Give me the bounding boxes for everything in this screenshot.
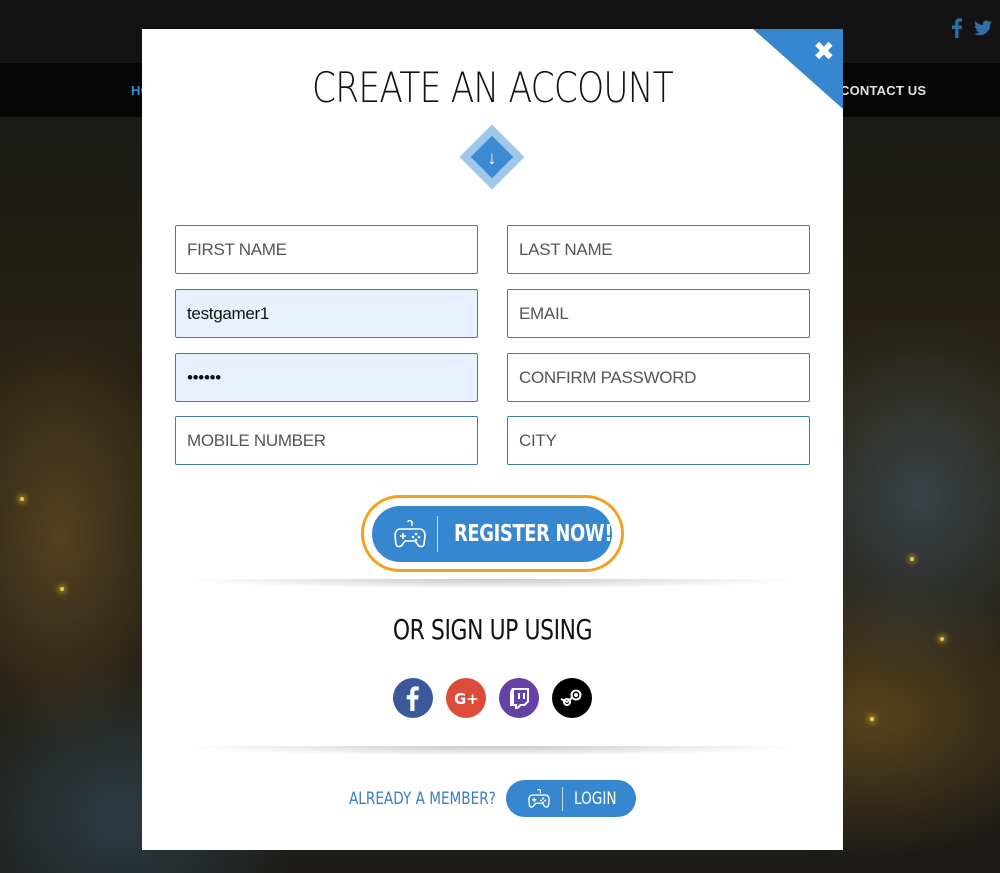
gamepad-icon bbox=[394, 520, 426, 548]
google-plus-icon: G+ bbox=[454, 690, 479, 708]
twitch-signup-button[interactable] bbox=[499, 678, 539, 718]
facebook-signup-button[interactable] bbox=[393, 678, 433, 718]
last-name-input[interactable] bbox=[507, 225, 810, 274]
modal-title: CREATE AN ACCOUNT bbox=[312, 63, 674, 112]
username-input[interactable] bbox=[175, 289, 478, 338]
city-input[interactable] bbox=[507, 416, 810, 465]
login-label: LOGIN bbox=[574, 789, 617, 809]
button-separator bbox=[562, 787, 563, 811]
confirm-password-input[interactable] bbox=[507, 353, 810, 402]
email-input[interactable] bbox=[507, 289, 810, 338]
login-button[interactable]: LOGIN bbox=[506, 780, 636, 817]
twitter-icon[interactable] bbox=[974, 18, 992, 38]
twitch-icon bbox=[510, 688, 529, 709]
register-label: REGISTER NOW! bbox=[454, 521, 613, 547]
facebook-icon bbox=[406, 686, 419, 711]
first-name-input[interactable] bbox=[175, 225, 478, 274]
signup-heading: OR SIGN UP USING bbox=[392, 613, 593, 646]
spark bbox=[60, 587, 64, 591]
button-separator bbox=[437, 516, 438, 552]
register-button[interactable]: REGISTER NOW! bbox=[372, 506, 612, 562]
spark bbox=[940, 637, 944, 641]
gamepad-icon bbox=[528, 789, 550, 808]
arrow-down-icon: ↓ bbox=[487, 148, 497, 168]
divider-top bbox=[180, 579, 805, 589]
top-social-links bbox=[950, 18, 992, 38]
already-member-text: ALREADY A MEMBER? bbox=[349, 789, 496, 809]
register-modal: ✖ CREATE AN ACCOUNT ↓ REGISTER NOW! OR S… bbox=[142, 29, 843, 850]
password-input[interactable] bbox=[175, 353, 478, 402]
steam-signup-button[interactable] bbox=[552, 678, 592, 718]
social-signup-row: G+ bbox=[393, 678, 592, 718]
svg-text:G+: G+ bbox=[454, 690, 479, 708]
divider-bottom bbox=[180, 746, 805, 756]
spark bbox=[870, 717, 874, 721]
mobile-number-input[interactable] bbox=[175, 416, 478, 465]
close-icon[interactable]: ✖ bbox=[813, 38, 835, 64]
spark bbox=[910, 557, 914, 561]
nav-item-contact-us[interactable]: CONTACT US bbox=[840, 83, 926, 98]
steam-icon bbox=[560, 689, 582, 706]
facebook-icon[interactable] bbox=[950, 18, 964, 38]
google-plus-signup-button[interactable]: G+ bbox=[446, 678, 486, 718]
spark bbox=[20, 497, 24, 501]
